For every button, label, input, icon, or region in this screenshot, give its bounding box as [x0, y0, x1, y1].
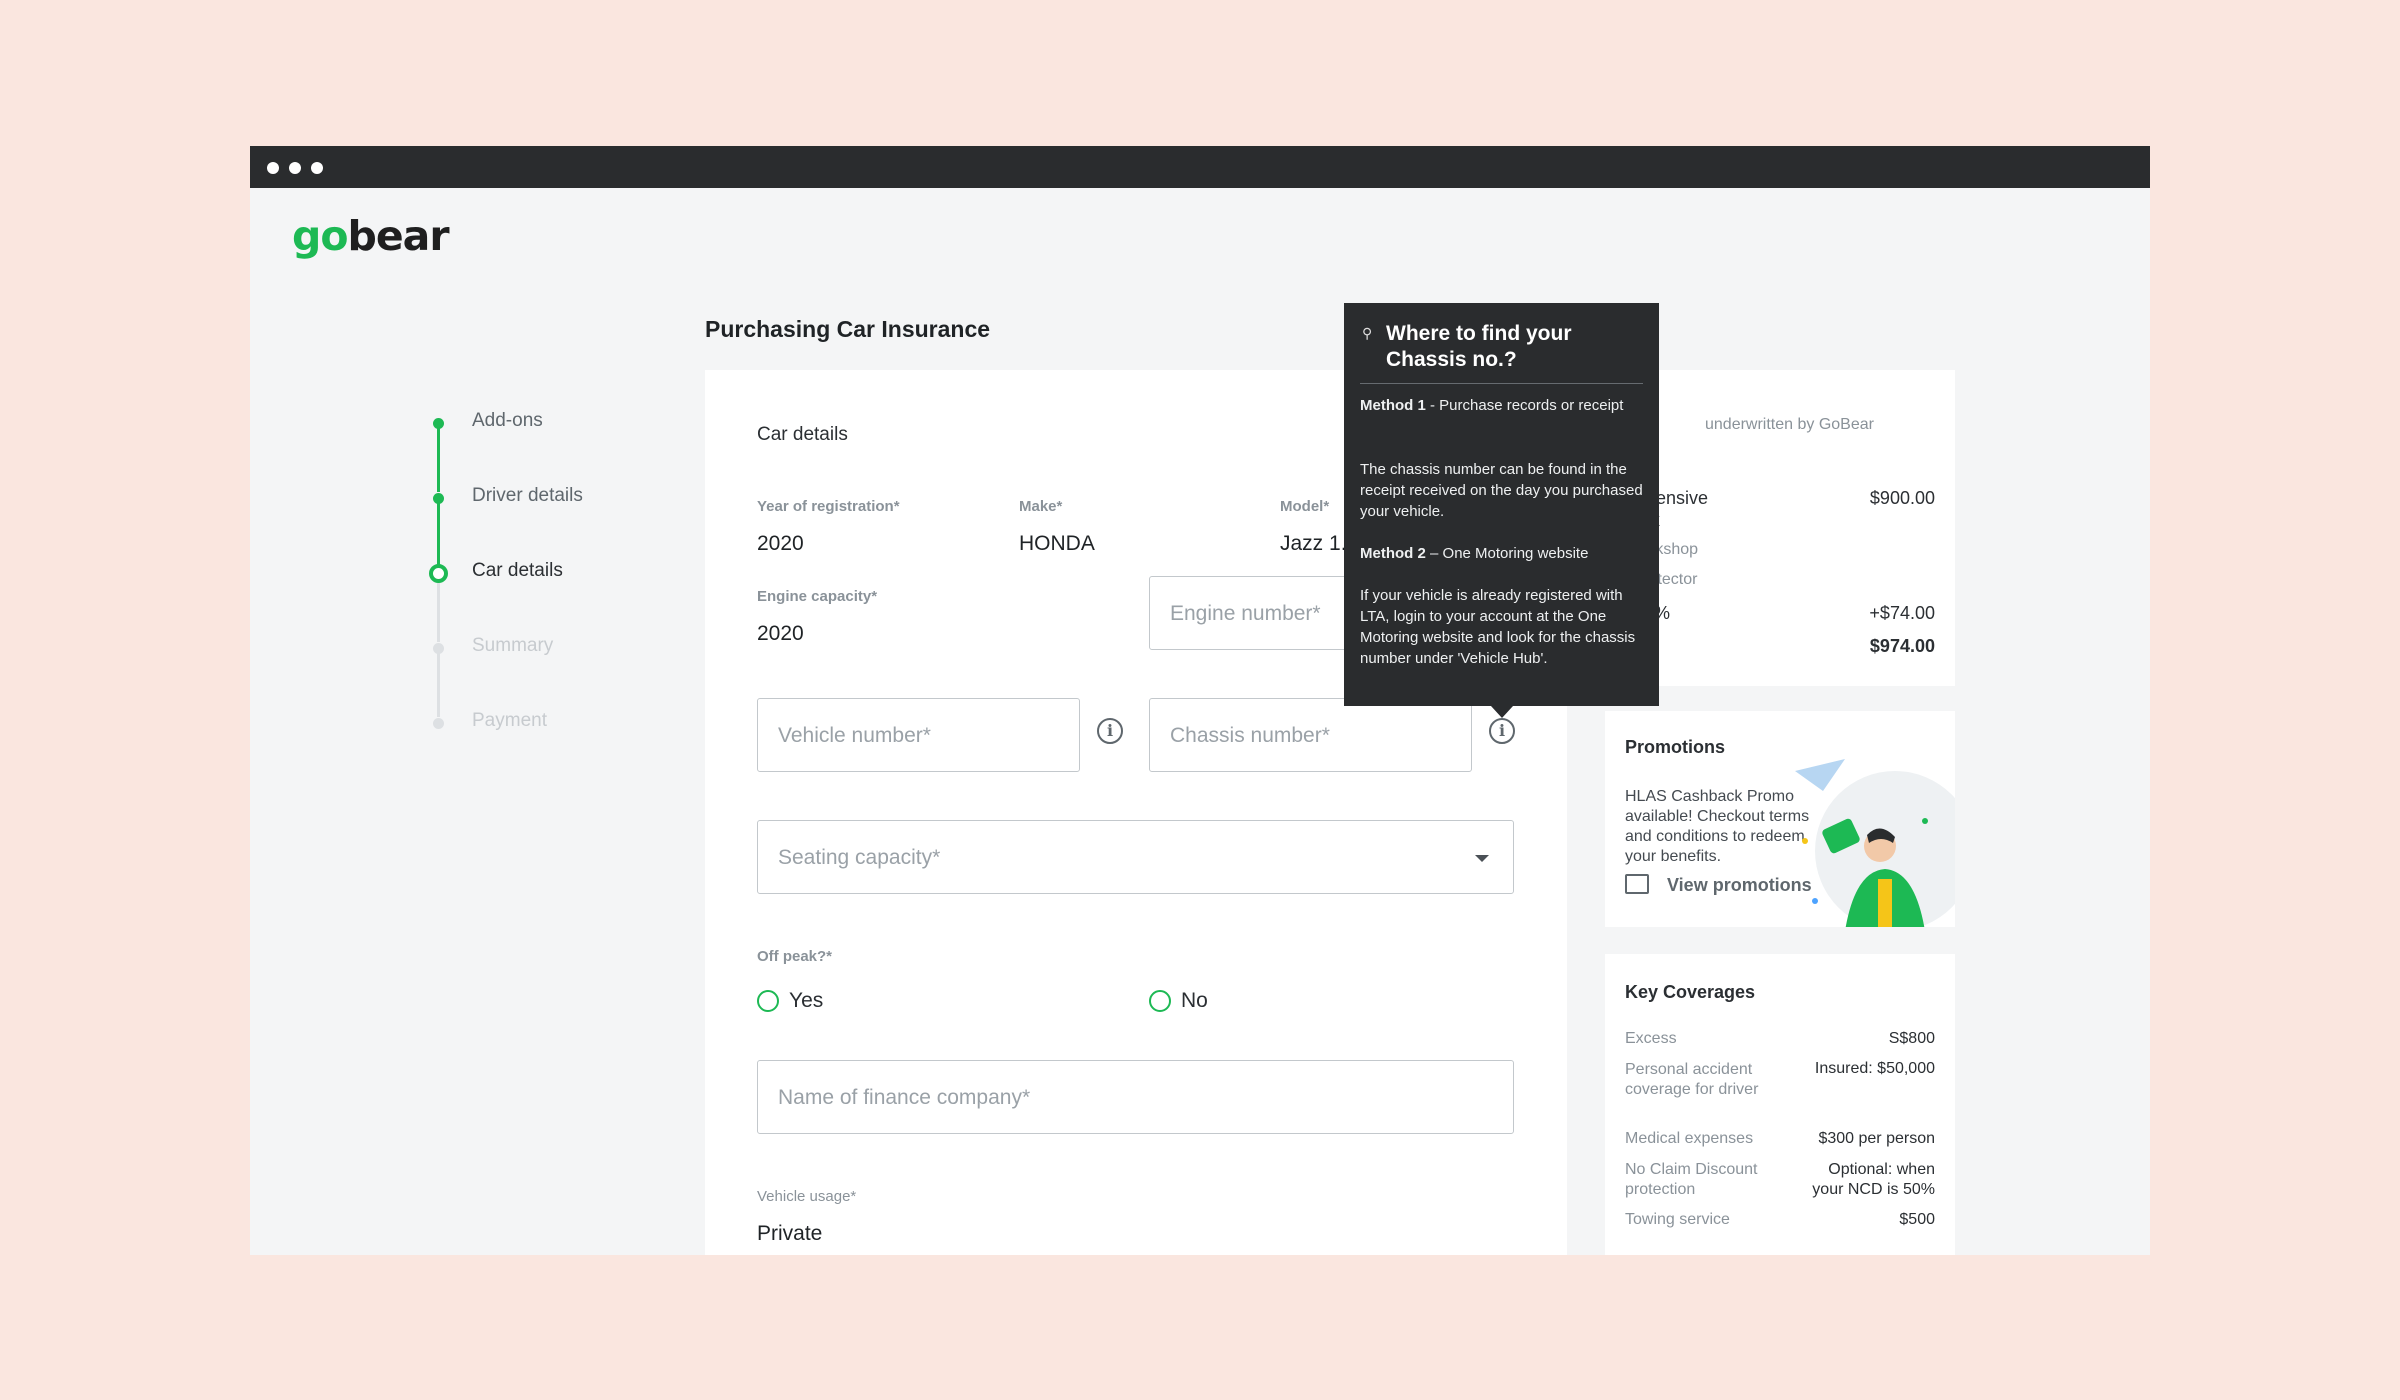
step-connector: [437, 653, 440, 717]
engine-capacity-label: Engine capacity*: [757, 588, 878, 605]
page-title: Purchasing Car Insurance: [705, 316, 991, 342]
vehicle-number-placeholder: Vehicle number*: [778, 724, 931, 747]
method-2-title: Method 2: [1360, 545, 1426, 562]
section-title: Car details: [757, 424, 848, 445]
lightbulb-icon: ⚲: [1362, 325, 1373, 341]
total-value: $974.00: [1869, 636, 1935, 656]
step-add-ons[interactable]: Add-ons: [472, 410, 543, 432]
seating-capacity-select[interactable]: Seating capacity*: [757, 820, 1514, 894]
model-value: Jazz 1.: [1280, 532, 1347, 555]
coverage-label: Towing service: [1625, 1211, 1730, 1228]
vehicle-usage-value: Private: [757, 1222, 823, 1245]
chassis-number-placeholder: Chassis number*: [1170, 724, 1330, 747]
method-2-heading: Method 2 – One Motoring website: [1360, 543, 1650, 564]
step-dot-current: [429, 564, 448, 583]
promotions-title: Promotions: [1625, 737, 1726, 757]
year-label: Year of registration*: [757, 498, 900, 515]
view-promotions-link[interactable]: View promotions: [1667, 875, 1812, 896]
tooltip-title: Where to find your Chassis no.?: [1386, 322, 1572, 371]
coverage-label: Personal accident coverage for driver: [1625, 1061, 1759, 1098]
model-label: Model*: [1280, 498, 1330, 515]
step-dot-pending: [433, 643, 444, 654]
step-dot-complete: [433, 418, 444, 429]
chassis-number-field[interactable]: Chassis number*: [1149, 698, 1472, 772]
browser-window: gobear Add-ons Driver details Car detail…: [250, 146, 2150, 1255]
method-2-body: If your vehicle is already registered wi…: [1360, 587, 1636, 667]
step-connector: [437, 428, 440, 492]
off-peak-no-label[interactable]: No: [1181, 989, 1208, 1013]
coverage-value: $500: [1899, 1211, 1935, 1228]
coverage-label: No Claim Discount protection: [1625, 1161, 1758, 1198]
vehicle-usage-label: Vehicle usage*: [757, 1188, 857, 1205]
coverage-value: Optional: when your NCD is 50%: [1812, 1161, 1935, 1198]
underwritten-text: underwritten by GoBear: [1705, 416, 1874, 433]
step-summary: Summary: [472, 635, 554, 656]
vehicle-number-field[interactable]: Vehicle number*: [757, 698, 1080, 772]
window-dot-icon: [289, 162, 301, 174]
make-value: HONDA: [1019, 532, 1095, 555]
progress-stepper: Add-ons Driver details Car details Summa…: [429, 410, 690, 746]
coverage-label: Excess: [1625, 1030, 1677, 1047]
gst-value: +$74.00: [1869, 603, 1935, 623]
coverages-title: Key Coverages: [1625, 982, 1756, 1002]
plan-price: $900.00: [1869, 488, 1935, 508]
megaphone-illustration: [1795, 759, 1955, 927]
method-1-subtitle: - Purchase records or receipt: [1425, 397, 1624, 414]
logo-bear: bear: [347, 212, 450, 260]
off-peak-yes-radio[interactable]: [757, 990, 779, 1012]
coverage-value: Insured: $50,000: [1814, 1060, 1935, 1077]
finance-company-placeholder: Name of finance company*: [778, 1086, 1031, 1109]
step-payment: Payment: [472, 710, 547, 731]
step-connector: [437, 582, 440, 642]
seating-capacity-placeholder: Seating capacity*: [778, 846, 941, 869]
coverage-value: $300 per person: [1818, 1130, 1935, 1147]
chassis-number-info-icon[interactable]: i: [1489, 718, 1515, 744]
window-dot-icon: [267, 162, 279, 174]
step-car-details[interactable]: Car details: [472, 560, 563, 582]
logo-go: go: [292, 212, 349, 260]
finance-company-field[interactable]: Name of finance company*: [757, 1060, 1514, 1134]
window-dot-icon: [311, 162, 323, 174]
engine-number-placeholder: Engine number*: [1170, 602, 1321, 625]
step-dot-pending: [433, 718, 444, 729]
vehicle-number-info-icon[interactable]: i: [1097, 718, 1123, 744]
gobear-logo[interactable]: gobear: [292, 212, 450, 260]
off-peak-label: Off peak?*: [757, 948, 833, 965]
engine-number-field[interactable]: Engine number*: [1149, 576, 1349, 650]
method-1-body: The chassis number can be found in the r…: [1360, 461, 1643, 520]
off-peak-no-radio[interactable]: [1149, 990, 1171, 1012]
coverage-label: Medical expenses: [1625, 1130, 1754, 1147]
chassis-number-tooltip: ⚲ Where to find your Chassis no.? Method…: [1344, 303, 1659, 718]
method-1-heading: Method 1 - Purchase records or receipt: [1360, 395, 1650, 416]
make-label: Make*: [1019, 498, 1063, 515]
browser-titlebar: [250, 146, 2150, 188]
coverage-value: S$800: [1888, 1030, 1935, 1047]
key-coverages-card: Key Coverages Excess S$800 Personal acci…: [1605, 954, 1955, 1255]
tooltip-divider: [1360, 383, 1643, 384]
method-1-title: Method 1: [1360, 397, 1426, 414]
method-2-subtitle: – One Motoring website: [1425, 545, 1589, 562]
off-peak-yes-label[interactable]: Yes: [789, 989, 823, 1013]
engine-capacity-value: 2020: [757, 622, 804, 645]
step-driver-details[interactable]: Driver details: [472, 485, 583, 507]
gift-icon: [1625, 874, 1649, 894]
chevron-down-icon: [1475, 855, 1489, 862]
step-dot-complete: [433, 493, 444, 504]
year-value: 2020: [757, 532, 804, 555]
promotions-card: Promotions HLAS Cashback Promo available…: [1605, 711, 1955, 927]
step-connector: [437, 503, 440, 567]
